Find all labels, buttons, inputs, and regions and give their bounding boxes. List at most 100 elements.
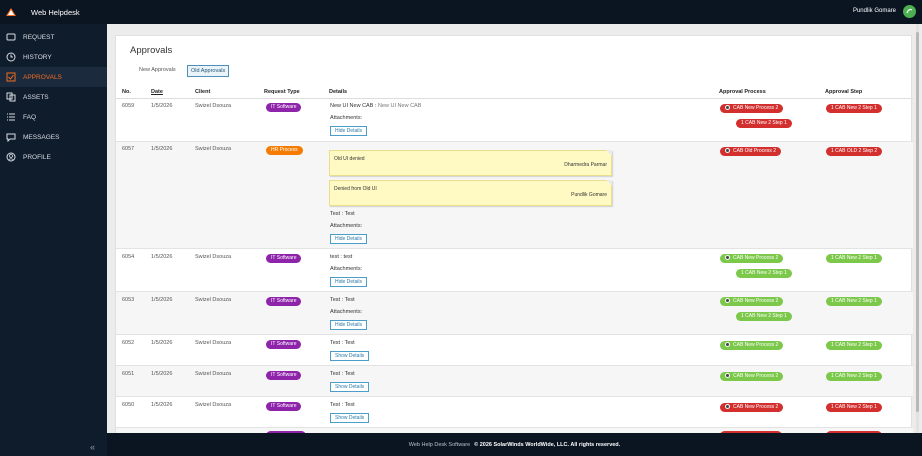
request-type-badge: IT Software <box>266 402 302 411</box>
details-text: test : test <box>330 254 353 260</box>
request-type-badge: IT Software <box>266 254 302 263</box>
scrollbar[interactable] <box>915 24 920 433</box>
solarwinds-logo-icon <box>6 8 16 16</box>
comment-note: Old UI denied Dharmedra Parmar <box>329 150 612 176</box>
process-icon <box>725 104 730 110</box>
approval-process-badge: CAB New Process 2 <box>720 403 784 412</box>
request-type-badge: IT Software <box>266 297 302 306</box>
approval-step-badge: 1 CAB New 2 Step 1 <box>826 372 882 381</box>
sidebar-item-approvals[interactable]: APPROVALS <box>0 67 107 87</box>
approval-step-badge: 1 CAB New 2 Step 1 <box>826 341 882 350</box>
attachments-label: Attachments: <box>330 309 363 315</box>
sidebar-item-faq[interactable]: FAQ <box>0 107 107 127</box>
avatar-icon <box>906 8 913 14</box>
sidebar-item-request[interactable]: REQUEST <box>0 27 107 47</box>
tab-old-approvals[interactable]: Old Approvals <box>187 65 230 77</box>
details-desc: New UI New CAB <box>378 103 422 109</box>
table-header: No. Date Client Request Type Details App… <box>116 85 913 99</box>
row-client: Swizel Dsouza <box>195 297 232 303</box>
sidebar-item-label: HISTORY <box>23 53 52 61</box>
process-label: CAB New Process 2 <box>733 298 779 304</box>
hide-details-button[interactable]: Hide Details <box>330 126 367 136</box>
process-label: CAB New Process 2 <box>733 404 779 410</box>
row-no: 6054 <box>122 254 135 260</box>
process-icon <box>725 297 730 303</box>
table-row: 6059 1/5/2026 Swizel Dsouza IT Software … <box>116 99 913 142</box>
process-label: CAB Old Process 2 <box>733 148 777 154</box>
top-bar: Web Helpdesk Pundlik Gomare <box>0 0 922 24</box>
row-no: 6057 <box>122 146 135 152</box>
request-type-badge: IT Software <box>266 371 302 380</box>
row-no: 6051 <box>122 371 135 377</box>
process-icon <box>725 403 730 409</box>
sidebar-item-profile[interactable]: PROFILE <box>0 147 107 167</box>
approval-process-badge: CAB New Process 2 <box>720 341 784 350</box>
row-client: Swizel Dsouza <box>195 340 232 346</box>
hide-details-button[interactable]: Hide Details <box>330 277 367 287</box>
assets-icon <box>4 91 17 103</box>
col-request-type: Request Type <box>264 89 300 95</box>
table-row: 6054 1/5/2026 Swizel Dsouza IT Software … <box>116 249 913 292</box>
footer-copyright: © 2026 SolarWinds WorldWide, LLC. All ri… <box>474 441 621 448</box>
approval-process-step-badge: 1 CAB New 2 Step 1 <box>736 312 792 321</box>
table-row: 6052 1/5/2026 Swizel Dsouza IT Software … <box>116 335 913 366</box>
col-client: Client <box>195 89 211 95</box>
sidebar-item-label: FAQ <box>23 113 37 121</box>
hide-details-button[interactable]: Hide Details <box>330 234 367 244</box>
show-details-button[interactable]: Show Details <box>330 351 370 361</box>
approval-step-badge: 1 CAB New 2 Step 1 <box>826 104 882 113</box>
approval-step-badge: 1 CAB OLD 2 Step 2 <box>826 147 883 156</box>
sidebar-item-messages[interactable]: MESSAGES <box>0 127 107 147</box>
row-no: 6059 <box>122 103 135 109</box>
details-text: Test : Test <box>330 297 355 303</box>
approval-process-badge: CAB New Process 2 <box>720 297 784 306</box>
sidebar: REQUEST HISTORY APPROVALS ASSETS FAQ MES… <box>0 24 107 456</box>
row-date: 1/5/2026 <box>151 402 173 408</box>
hide-details-button[interactable]: Hide Details <box>330 320 367 330</box>
row-client: Swizel Dsouza <box>195 254 232 260</box>
row-no: 6053 <box>122 297 135 303</box>
row-client: Swizel Dsouza <box>195 402 232 408</box>
sidebar-item-history[interactable]: HISTORY <box>0 47 107 67</box>
approval-step-badge: 1 CAB New 2 Step 1 <box>826 297 882 306</box>
attachments-label: Attachments: <box>330 266 363 272</box>
process-icon <box>725 254 730 260</box>
table-row: 6053 1/5/2026 Swizel Dsouza IT Software … <box>116 292 913 335</box>
row-date: 1/5/2026 <box>151 371 173 377</box>
approval-step-badge: 1 CAB New 2 Step 1 <box>826 403 882 412</box>
approval-process-badge: CAB New Process 2 <box>720 372 784 381</box>
col-no: No. <box>122 89 131 95</box>
page-title: Approvals <box>130 45 173 56</box>
row-no: 6052 <box>122 340 135 346</box>
col-date[interactable]: Date <box>151 89 163 95</box>
profile-icon <box>4 151 17 163</box>
note-author: Dharmedra Parmar <box>564 162 607 168</box>
row-date: 1/5/2026 <box>151 340 173 346</box>
details-text: Test : Test <box>330 211 355 217</box>
collapse-sidebar-icon[interactable]: « <box>90 442 95 452</box>
approval-process-step-badge: 1 CAB New 2 Step 1 <box>736 269 792 278</box>
col-approval-process: Approval Process <box>719 89 766 95</box>
process-icon <box>725 372 730 378</box>
note-text: Denied from Old UI <box>334 186 377 192</box>
process-icon <box>725 147 730 153</box>
user-name[interactable]: Pundlik Gomare <box>853 8 896 14</box>
sidebar-item-assets[interactable]: ASSETS <box>0 87 107 107</box>
request-icon <box>4 31 17 43</box>
row-date: 1/5/2026 <box>151 254 173 260</box>
row-client: Swizel Dsouza <box>195 146 232 152</box>
show-details-button[interactable]: Show Details <box>330 413 370 423</box>
avatar[interactable] <box>903 5 916 18</box>
request-type-badge: IT Software <box>266 103 302 112</box>
comment-note: Denied from Old UI Pundlik Gomare <box>329 180 612 206</box>
row-date: 1/5/2026 <box>151 297 173 303</box>
note-text: Old UI denied <box>334 156 365 162</box>
tab-new-approvals[interactable]: New Approvals <box>136 65 179 77</box>
table-row: 6057 1/5/2026 Swizel Dsouza HR Process O… <box>116 142 913 249</box>
details-text: New UI New CAB : New UI New CAB <box>330 103 421 109</box>
note-author: Pundlik Gomare <box>571 192 607 198</box>
show-details-button[interactable]: Show Details <box>330 382 370 392</box>
approvals-panel: Approvals New Approvals Old Approvals No… <box>115 35 913 433</box>
approval-step-badge: 1 CAB New 2 Step 1 <box>826 254 882 263</box>
request-type-badge: IT Software <box>266 340 302 349</box>
